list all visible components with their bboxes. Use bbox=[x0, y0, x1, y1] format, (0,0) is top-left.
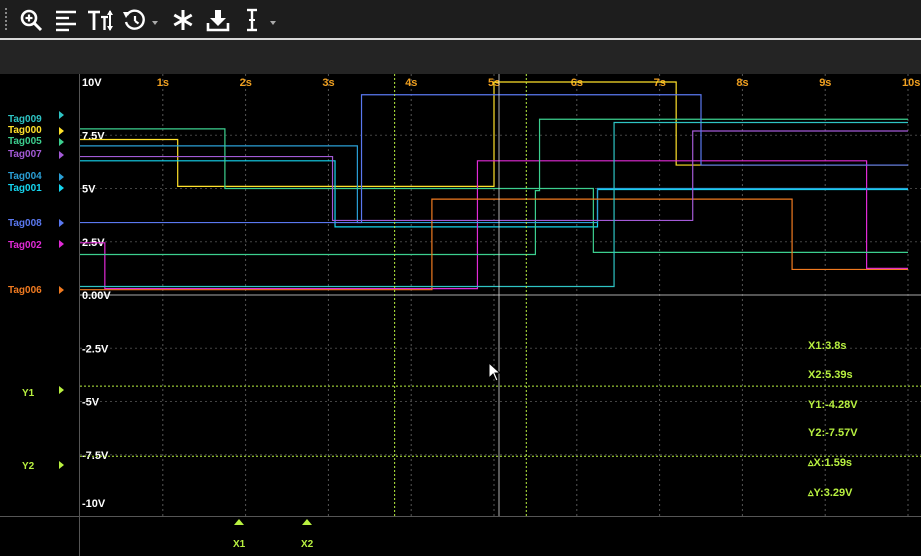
tag005-marker-icon[interactable] bbox=[59, 138, 64, 146]
tag007-marker-icon[interactable] bbox=[59, 151, 64, 159]
legend-markers bbox=[59, 111, 64, 469]
download-button[interactable] bbox=[205, 6, 231, 34]
y-tick-label: -2.5V bbox=[82, 343, 109, 355]
x-cursor-bar: X1 X2 bbox=[80, 516, 921, 556]
series-tag000 bbox=[80, 81, 908, 187]
y-tick-label: 7.5V bbox=[82, 130, 105, 142]
y2-cursor-label: Y2 bbox=[22, 461, 35, 472]
x-tick-label: 4s bbox=[405, 77, 417, 89]
text-size-icon bbox=[88, 10, 113, 31]
x-tick-label: 8s bbox=[736, 77, 748, 89]
text-cursor-button[interactable] bbox=[240, 6, 278, 34]
readout-delta-x: ▵X:1.59s bbox=[808, 457, 853, 469]
tag001-marker-icon[interactable] bbox=[59, 184, 64, 192]
zoom-in-button[interactable] bbox=[18, 6, 44, 34]
y2-cursor-marker-icon[interactable] bbox=[59, 461, 64, 469]
align-left-icon bbox=[56, 10, 76, 32]
x-tick-label: 1s bbox=[157, 77, 169, 89]
y-tick-label: 0.00V bbox=[82, 290, 111, 302]
align-left-button[interactable] bbox=[53, 6, 79, 34]
tag000-marker-icon[interactable] bbox=[59, 127, 64, 135]
x2-cursor-handle[interactable] bbox=[302, 519, 312, 525]
history-button[interactable] bbox=[122, 6, 160, 34]
tag004-marker-icon[interactable] bbox=[59, 173, 64, 181]
tag009-marker-icon[interactable] bbox=[59, 111, 64, 119]
x-tick-label: 10s bbox=[902, 77, 920, 89]
y-tick-label: -10V bbox=[82, 498, 106, 510]
x-tick-label: 2s bbox=[240, 77, 252, 89]
mouse-pointer-icon bbox=[488, 362, 502, 382]
download-icon bbox=[206, 10, 230, 32]
tag008-marker-icon[interactable] bbox=[59, 219, 64, 227]
y-tick-label: 10V bbox=[82, 77, 102, 89]
bottom-left-corner bbox=[0, 516, 80, 556]
y1-cursor-marker-icon[interactable] bbox=[59, 386, 64, 394]
text-cursor-icon bbox=[247, 8, 276, 32]
text-size-button[interactable] bbox=[86, 6, 114, 34]
y1-cursor-label: Y1 bbox=[22, 388, 35, 399]
secondary-toolbar bbox=[0, 40, 921, 74]
asterisk-icon bbox=[173, 10, 193, 30]
y-tick-label: 5V bbox=[82, 184, 96, 196]
readout-x1: X1:3.8s bbox=[808, 340, 847, 352]
tag002-marker-icon[interactable] bbox=[59, 240, 64, 248]
readout-y1: Y1:-4.28V bbox=[808, 399, 858, 411]
readout-delta-y: ▵Y:3.29V bbox=[808, 487, 853, 499]
x2-cursor-label: X2 bbox=[301, 539, 314, 550]
tag006-marker-icon[interactable] bbox=[59, 286, 64, 294]
x1-cursor-label: X1 bbox=[233, 539, 246, 550]
tag-legend-panel: Tag009 Tag000 Tag005 Tag007 Tag004 Tag00… bbox=[0, 74, 80, 516]
readout-y2: Y2:-7.57V bbox=[808, 427, 858, 439]
toolbar-grip[interactable] bbox=[5, 8, 7, 32]
x-tick-label: 7s bbox=[654, 77, 666, 89]
zoom-in-icon bbox=[20, 9, 43, 32]
toolbar bbox=[0, 0, 921, 40]
trend-plot-area[interactable]: 1s 2s 3s 4s 5s 6s 7s 8s 9s 10s 10V 7.5V 5V 2.5V 0.00V -… bbox=[80, 74, 921, 516]
x-tick-label: 9s bbox=[819, 77, 831, 89]
x-tick-label: 3s bbox=[322, 77, 334, 89]
x-tick-label: 6s bbox=[571, 77, 583, 89]
x1-cursor-handle[interactable] bbox=[234, 519, 244, 525]
readout-x2: X2:5.39s bbox=[808, 369, 853, 381]
history-icon bbox=[123, 9, 158, 30]
asterisk-button[interactable] bbox=[170, 6, 196, 34]
y-tick-label: -5V bbox=[82, 397, 100, 409]
trend-chart[interactable]: 1s 2s 3s 4s 5s 6s 7s 8s 9s 10s10V7.5V5V2.5V0.00V-… bbox=[80, 74, 921, 516]
